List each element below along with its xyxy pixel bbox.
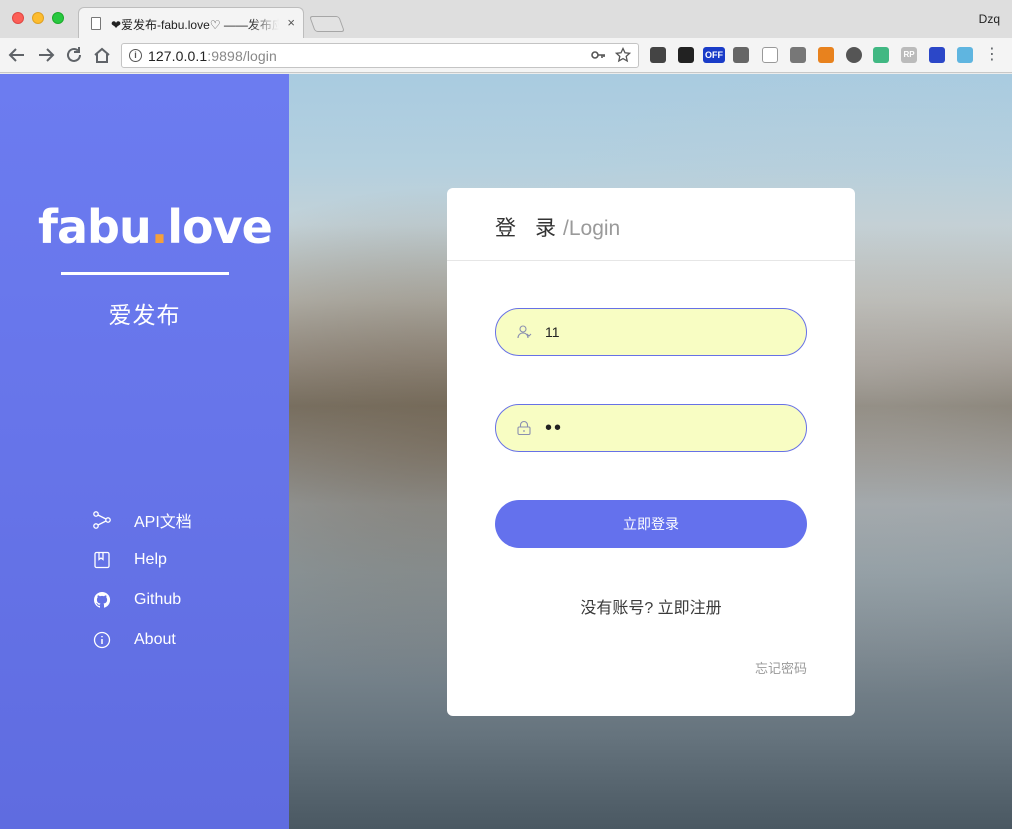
logo-underline [61, 272, 229, 275]
window-close-button[interactable] [12, 12, 24, 24]
rp-icon[interactable]: RP [901, 47, 917, 63]
recycle-icon[interactable] [733, 47, 749, 63]
profile-name[interactable]: Dzq [979, 12, 1000, 26]
off-badge-icon[interactable]: OFF [703, 47, 725, 63]
password-input[interactable] [545, 416, 785, 440]
page-icon [91, 17, 101, 30]
sidebar-link-label: API文档 [134, 514, 192, 531]
sidebar-link-api-docs[interactable]: API文档 [92, 508, 192, 532]
logo: fabu.love [38, 200, 273, 254]
s-icon[interactable] [957, 47, 973, 63]
evernote-icon[interactable] [650, 47, 666, 63]
register-link[interactable]: 没有账号? 立即注册 [447, 594, 855, 618]
github-icon [93, 591, 111, 608]
tagline: 爱发布 [108, 302, 181, 328]
share-nodes-icon [93, 511, 111, 529]
info-icon [93, 631, 111, 649]
username-field[interactable] [495, 308, 807, 356]
circle-icon[interactable] [762, 47, 778, 63]
bookmark-star-icon[interactable] [614, 46, 632, 66]
login-card-header: 登录 /Login [447, 188, 855, 261]
window-maximize-button[interactable] [52, 12, 64, 24]
url-text[interactable]: 127.0.0.1:9898/login [148, 48, 277, 64]
user-icon [517, 325, 532, 339]
metamask-fox-icon[interactable] [818, 47, 834, 63]
browser-tab-active[interactable]: ❤爱发布-fabu.love♡ ——发布应用 × [78, 7, 304, 38]
browser-titlebar: ❤爱发布-fabu.love♡ ——发布应用 × Dzq [0, 0, 1012, 38]
sidebar-link-label: About [134, 631, 176, 648]
lock-icon [517, 420, 531, 436]
book-icon [94, 551, 110, 569]
window-minimize-button[interactable] [32, 12, 44, 24]
login-title-en: /Login [563, 217, 621, 240]
sidebar-link-github[interactable]: Github [92, 588, 181, 612]
forward-arrow-icon[interactable] [35, 44, 57, 66]
home-icon[interactable] [91, 44, 113, 66]
sidebar-link-label: Help [134, 551, 167, 568]
vpn-icon[interactable] [846, 47, 862, 63]
tab-close-icon[interactable]: × [287, 15, 295, 30]
login-submit-button[interactable]: 立即登录 [495, 500, 807, 548]
site-info-icon[interactable]: i [129, 49, 142, 62]
vue-devtools-icon[interactable] [873, 47, 889, 63]
back-arrow-icon[interactable] [6, 44, 28, 66]
browser-toolbar: i 127.0.0.1:9898/login OFF RP ⋮ [0, 38, 1012, 73]
password-field[interactable] [495, 404, 807, 452]
forgot-password-link[interactable]: 忘记密码 [755, 658, 807, 677]
address-bar[interactable]: i 127.0.0.1:9898/login [121, 43, 639, 68]
sidebar: fabu.love 爱发布 API文档 Help Github About [0, 74, 289, 829]
ghostery-icon[interactable] [678, 47, 694, 63]
sidebar-link-about[interactable]: About [92, 628, 176, 652]
new-tab-button[interactable] [309, 16, 345, 32]
key-icon[interactable] [590, 47, 606, 66]
browser-menu-icon[interactable]: ⋮ [984, 45, 1000, 65]
sidebar-link-help[interactable]: Help [92, 548, 167, 572]
sidebar-link-label: Github [134, 591, 182, 608]
lightbulb-icon[interactable] [790, 47, 806, 63]
username-input[interactable] [545, 324, 785, 340]
ruler-icon[interactable] [929, 47, 945, 63]
login-card: 登录 /Login 立即登录 没有账号? 立即注册 忘记密码 [447, 188, 855, 716]
reload-icon[interactable] [63, 44, 85, 66]
tab-title: ❤爱发布-fabu.love♡ ——发布应用 [111, 18, 279, 32]
